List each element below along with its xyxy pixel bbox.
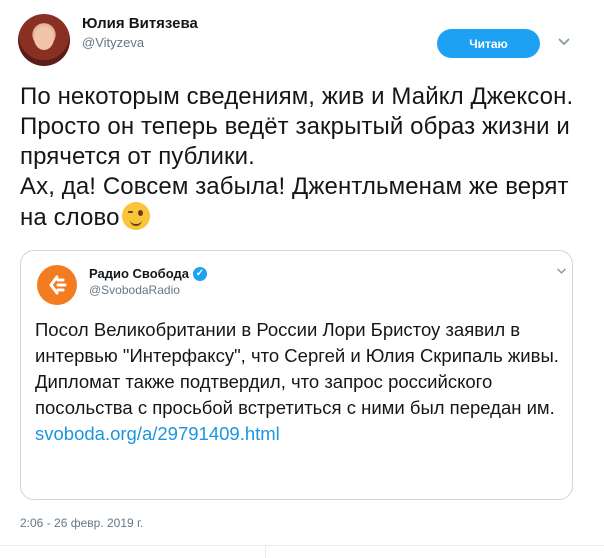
- author-handle[interactable]: @Vityzeva: [82, 34, 198, 52]
- author-block: Юлия Витязева @Vityzeva: [82, 14, 198, 52]
- author-name[interactable]: Юлия Витязева: [82, 14, 198, 34]
- quoted-tweet-link[interactable]: svoboda.org/a/29791409.html: [35, 423, 280, 444]
- tweet-text: По некоторым сведениям, жив и Майкл Джек…: [20, 82, 590, 233]
- following-button[interactable]: Читаю: [437, 29, 540, 58]
- divider: [265, 546, 266, 558]
- tweet-line-2-text: Ах, да! Совсем забыла! Джентльменам же в…: [20, 173, 569, 231]
- radio-svoboda-logo[interactable]: [37, 265, 77, 305]
- tweet-line-1: По некоторым сведениям, жив и Майкл Джек…: [20, 83, 574, 170]
- verified-icon: ✓: [192, 267, 207, 281]
- divider: [0, 545, 604, 546]
- chevron-down-icon[interactable]: [557, 34, 571, 48]
- winking-face-icon: [121, 202, 150, 230]
- quoted-tweet-text: Посол Великобритании в России Лори Брист…: [35, 317, 560, 447]
- tweet-timestamp[interactable]: 2:06 - 26 февр. 2019 г.: [20, 516, 143, 530]
- quoted-tweet-body: Посол Великобритании в России Лори Брист…: [35, 319, 559, 418]
- quoted-tweet-card[interactable]: Радио Свобода ✓ @SvobodaRadio Посол Вели…: [20, 250, 573, 500]
- tweet-line-2: Ах, да! Совсем забыла! Джентльменам же в…: [20, 172, 590, 233]
- chevron-down-icon[interactable]: [556, 265, 567, 279]
- quoted-author-handle[interactable]: @SvobodaRadio: [89, 283, 180, 297]
- author-avatar[interactable]: [18, 14, 70, 66]
- quoted-author-name-text: Радио Свобода: [89, 266, 189, 281]
- quoted-author-name[interactable]: Радио Свобода ✓: [89, 265, 207, 283]
